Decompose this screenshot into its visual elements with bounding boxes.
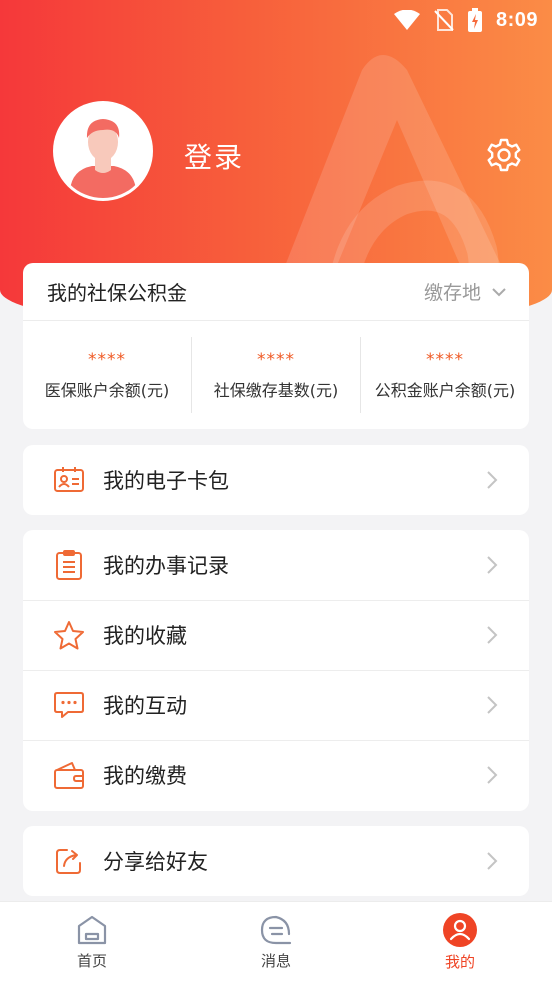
fund-card-title: 我的社保公积金 bbox=[47, 281, 187, 305]
menu-label: 我的互动 bbox=[103, 694, 187, 718]
user-profile-icon bbox=[443, 913, 477, 947]
menu-item-share[interactable]: 分享给好友 bbox=[23, 826, 529, 896]
menu-label: 我的收藏 bbox=[103, 624, 187, 648]
stat-label: 公积金账户余额(元) bbox=[374, 381, 516, 400]
menu-item-records[interactable]: 我的办事记录 bbox=[23, 530, 529, 600]
chevron-right-icon bbox=[487, 852, 498, 870]
menu-label: 我的缴费 bbox=[103, 764, 187, 788]
id-card-icon bbox=[53, 464, 85, 496]
chat-bubble-icon bbox=[53, 689, 85, 721]
tab-mine[interactable]: 我的 bbox=[368, 902, 552, 983]
chevron-right-icon bbox=[487, 766, 498, 784]
wallet-card: 我的电子卡包 bbox=[23, 445, 529, 515]
fund-card-header: 我的社保公积金 缴存地 bbox=[23, 263, 529, 321]
menu-item-payments[interactable]: 我的缴费 bbox=[23, 740, 529, 810]
location-label: 缴存地 bbox=[423, 282, 481, 304]
home-icon bbox=[77, 915, 107, 945]
wifi-icon bbox=[393, 10, 420, 30]
menu-label: 我的电子卡包 bbox=[103, 469, 229, 493]
tab-label: 消息 bbox=[260, 952, 291, 970]
message-icon bbox=[260, 915, 292, 945]
fund-stats: **** 医保账户余额(元) **** 社保缴存基数(元) **** 公积金账户… bbox=[23, 321, 529, 429]
menu-item-favorites[interactable]: 我的收藏 bbox=[23, 600, 529, 670]
tab-label: 首页 bbox=[76, 952, 107, 970]
chevron-right-icon bbox=[487, 556, 498, 574]
tab-label: 我的 bbox=[444, 953, 475, 971]
star-icon bbox=[53, 619, 85, 651]
chevron-down-icon bbox=[492, 287, 506, 296]
social-security-fund-card: 我的社保公积金 缴存地 **** 医保账户余额(元) **** 社保缴存基数(元… bbox=[23, 263, 529, 429]
share-card: 分享给好友 bbox=[23, 826, 529, 896]
share-icon bbox=[53, 845, 85, 877]
user-avatar-icon bbox=[56, 104, 150, 198]
location-selector[interactable]: 缴存地 bbox=[424, 278, 507, 305]
stat-value: **** bbox=[426, 350, 464, 370]
tab-home[interactable]: 首页 bbox=[0, 902, 184, 983]
stat-medical-balance[interactable]: **** 医保账户余额(元) bbox=[23, 337, 191, 413]
chevron-right-icon bbox=[487, 471, 498, 489]
status-bar: 8:09 bbox=[0, 0, 552, 40]
stat-label: 医保账户余额(元) bbox=[44, 381, 170, 400]
stat-social-base[interactable]: **** 社保缴存基数(元) bbox=[191, 337, 360, 413]
stat-housing-fund-balance[interactable]: **** 公积金账户余额(元) bbox=[360, 337, 529, 413]
stat-value: **** bbox=[257, 350, 295, 370]
no-sim-icon bbox=[434, 9, 454, 31]
stat-label: 社保缴存基数(元) bbox=[213, 381, 339, 400]
chevron-right-icon bbox=[487, 626, 498, 644]
settings-gear-icon[interactable] bbox=[486, 137, 522, 173]
clipboard-icon bbox=[53, 549, 85, 581]
tab-messages[interactable]: 消息 bbox=[184, 902, 368, 983]
menu-item-wallet[interactable]: 我的电子卡包 bbox=[23, 445, 529, 515]
stat-value: **** bbox=[88, 350, 126, 370]
battery-charging-icon bbox=[467, 8, 482, 32]
login-button[interactable]: 登录 bbox=[184, 136, 244, 176]
avatar[interactable] bbox=[53, 101, 153, 201]
chevron-right-icon bbox=[487, 696, 498, 714]
wallet-icon bbox=[53, 759, 85, 791]
menu-label: 分享给好友 bbox=[103, 850, 208, 874]
menu-item-interactions[interactable]: 我的互动 bbox=[23, 670, 529, 740]
services-card: 我的办事记录 我的收藏 我的互动 我的缴费 bbox=[23, 530, 529, 811]
bottom-tab-bar: 首页 消息 我的 bbox=[0, 901, 552, 983]
status-time: 8:09 bbox=[495, 8, 538, 31]
menu-label: 我的办事记录 bbox=[103, 554, 229, 578]
